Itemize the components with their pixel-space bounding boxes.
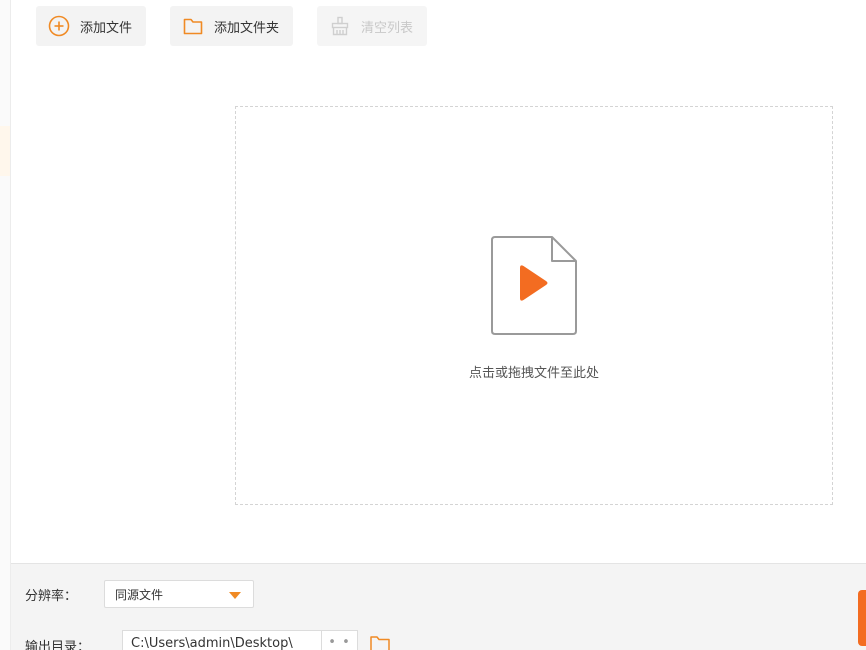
add-folder-button[interactable]: 添加文件夹 — [170, 6, 294, 46]
clear-list-button[interactable]: 清空列表 — [317, 6, 428, 46]
toolbar: 添加文件 添加文件夹 清空列表 — [36, 6, 428, 46]
add-folder-label: 添加文件夹 — [214, 20, 280, 36]
open-folder-icon[interactable] — [369, 634, 391, 650]
output-path-field[interactable]: C:\Users\admin\Desktop\ — [122, 630, 322, 650]
left-sidebar-strip — [0, 0, 11, 650]
file-drop-zone[interactable]: 点击或拖拽文件至此处 — [235, 106, 833, 505]
resolution-label: 分辨率： — [25, 589, 78, 604]
add-file-label: 添加文件 — [80, 20, 133, 36]
sidebar-selected-indicator — [0, 126, 10, 176]
browse-more-button[interactable]: • • • — [322, 630, 358, 650]
add-file-button[interactable]: 添加文件 — [36, 6, 147, 46]
resolution-value: 同源文件 — [115, 588, 164, 602]
video-file-icon — [489, 235, 579, 337]
settings-panel: 分辨率： 同源文件 输出目录： C:\Users\admin\Desktop\ … — [11, 563, 866, 650]
dropdown-caret-icon — [229, 592, 241, 599]
clear-list-label: 清空列表 — [361, 20, 414, 36]
broom-icon — [329, 15, 351, 37]
plus-circle-icon — [48, 15, 70, 37]
folder-icon — [182, 15, 204, 37]
resolution-select[interactable]: 同源文件 — [104, 580, 254, 608]
drop-hint-text: 点击或拖拽文件至此处 — [468, 366, 599, 381]
output-dir-label: 输出目录： — [25, 640, 91, 650]
start-convert-button[interactable] — [858, 590, 866, 646]
